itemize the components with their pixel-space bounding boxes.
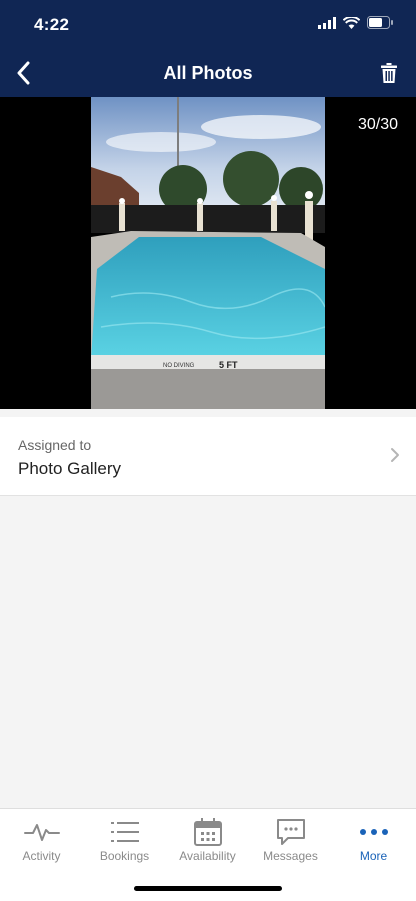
page-title: All Photos xyxy=(163,63,253,83)
chevron-right-icon xyxy=(391,448,399,462)
delete-button[interactable] xyxy=(374,58,404,88)
nav-bar: All Photos xyxy=(0,50,416,97)
tab-availability[interactable]: Availability xyxy=(166,809,249,869)
trash-icon xyxy=(381,63,397,83)
calendar-icon xyxy=(193,818,222,846)
status-time: 4:22 xyxy=(34,15,70,34)
tab-label-activity: Activity xyxy=(22,849,61,863)
wifi-icon xyxy=(343,16,360,29)
message-icon xyxy=(276,819,305,845)
tab-label-messages: Messages xyxy=(263,849,318,863)
tab-messages[interactable]: Messages xyxy=(249,809,332,869)
tab-bookings[interactable]: Bookings xyxy=(83,809,166,869)
photo-counter: 30/30 xyxy=(357,116,398,133)
assigned-to-row[interactable]: Assigned to Photo Gallery xyxy=(0,417,416,496)
tab-label-availability: Availability xyxy=(179,849,236,863)
no-diving-sign: NO DIVING xyxy=(163,363,195,369)
depth-sign: 5 FT xyxy=(219,360,238,370)
signal-icon xyxy=(318,16,336,29)
status-icons xyxy=(318,16,394,29)
photo-viewer[interactable]: NO DIVING 5 FT 30/30 xyxy=(0,97,416,409)
assigned-caption: Assigned to xyxy=(18,437,92,453)
tab-label-more: More xyxy=(359,849,388,863)
pool-photo: NO DIVING 5 FT xyxy=(91,97,325,409)
home-indicator[interactable] xyxy=(134,886,282,891)
more-icon xyxy=(359,829,388,835)
tab-more[interactable]: More xyxy=(332,809,415,869)
tab-activity[interactable]: Activity xyxy=(0,809,83,869)
list-icon xyxy=(110,822,139,842)
status-bar: 4:22 xyxy=(0,0,416,50)
activity-icon xyxy=(23,824,60,841)
tab-label-bookings: Bookings xyxy=(99,849,150,863)
battery-icon xyxy=(367,16,393,29)
assigned-value: Photo Gallery xyxy=(18,459,121,478)
